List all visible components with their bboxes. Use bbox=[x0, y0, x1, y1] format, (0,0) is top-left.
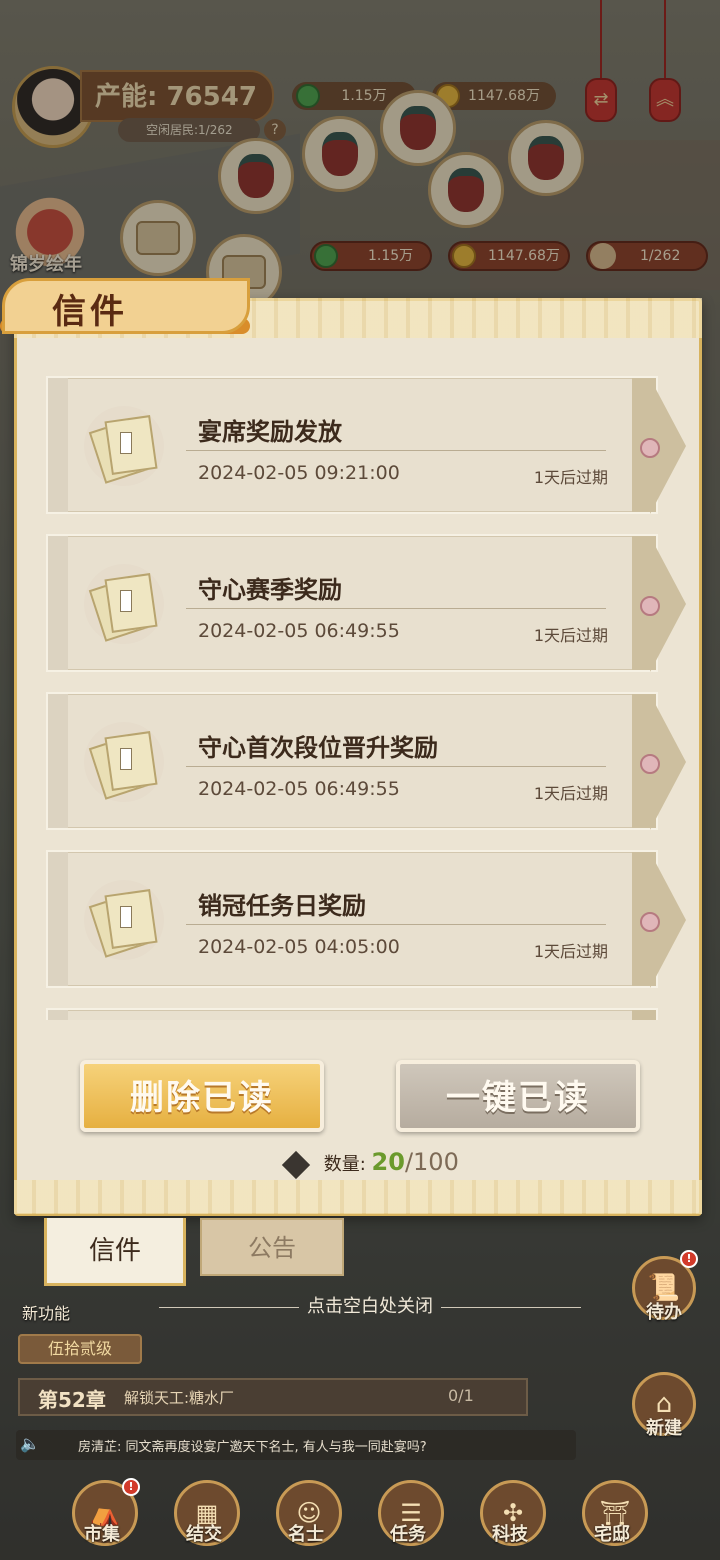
mail-time: 2024-02-05 06:49:55 bbox=[198, 778, 400, 800]
tab-mail[interactable]: 信件 bbox=[44, 1218, 186, 1286]
speaker-icon: 🔈 bbox=[20, 1434, 40, 1453]
pin-icon bbox=[640, 438, 660, 458]
tab-notice[interactable]: 公告 bbox=[200, 1218, 344, 1276]
chapter-number: 第52章 bbox=[38, 1388, 106, 1412]
build-label[interactable]: 新建 bbox=[646, 1414, 682, 1440]
new-feature-label[interactable]: 新功能 bbox=[22, 1300, 70, 1324]
mail-expire: 1天后过期 bbox=[533, 468, 608, 487]
mail-list[interactable]: 宴席奖励发放 2024-02-05 09:21:00 1天后过期 守心赛季奖励 … bbox=[46, 370, 686, 1020]
count-max: /100 bbox=[404, 1148, 459, 1176]
nav-mansion[interactable]: 宅邸 bbox=[594, 1520, 630, 1546]
mail-item[interactable]: 守心赛季奖励 2024-02-05 06:49:55 1天后过期 bbox=[46, 534, 686, 672]
mail-item[interactable]: 宴席奖励发放 2024-02-05 09:21:00 1天后过期 bbox=[46, 376, 686, 514]
rank-badge: 伍拾贰级 bbox=[18, 1334, 142, 1364]
mail-envelope-icon bbox=[84, 406, 164, 486]
mail-envelope-icon bbox=[84, 564, 164, 644]
pin-icon bbox=[640, 596, 660, 616]
count-value: 20 bbox=[371, 1148, 405, 1176]
nav-tasks[interactable]: 任务 bbox=[390, 1520, 426, 1546]
todo-label[interactable]: 待办 bbox=[646, 1298, 682, 1324]
pin-icon bbox=[640, 754, 660, 774]
close-hint-text: 点击空白处关闭 bbox=[307, 1296, 433, 1317]
delete-read-button[interactable]: 删除已读 bbox=[80, 1060, 324, 1132]
mail-item[interactable] bbox=[46, 1008, 658, 1020]
count-label: 数量: bbox=[323, 1154, 366, 1175]
mail-title: 守心首次段位晋升奖励 bbox=[198, 734, 438, 762]
panel-title: 信件 bbox=[52, 292, 128, 332]
mail-expire: 1天后过期 bbox=[533, 784, 608, 803]
mail-envelope-icon bbox=[84, 880, 164, 960]
nav-celebrities[interactable]: 名士 bbox=[288, 1520, 324, 1546]
panel-bottom-pattern bbox=[14, 1180, 702, 1214]
mail-title: 守心赛季奖励 bbox=[198, 576, 342, 604]
chapter-task: 解锁天工:糖水厂 bbox=[124, 1389, 235, 1407]
mail-time: 2024-02-05 09:21:00 bbox=[198, 462, 400, 484]
nav-market[interactable]: 市集 bbox=[84, 1520, 120, 1546]
mark-all-read-button[interactable]: 一键已读 bbox=[396, 1060, 640, 1132]
chat-message: 房清芷: 同文斋再度设宴广邀天下名士, 有人与我一同赴宴吗? bbox=[78, 1440, 427, 1455]
mail-item[interactable]: 守心首次段位晋升奖励 2024-02-05 06:49:55 1天后过期 bbox=[46, 692, 686, 830]
mail-time: 2024-02-05 04:05:00 bbox=[198, 936, 400, 958]
mail-title: 宴席奖励发放 bbox=[198, 418, 342, 446]
mail-count: 数量: 20/100 bbox=[281, 1148, 459, 1180]
mail-time: 2024-02-05 06:49:55 bbox=[198, 620, 400, 642]
mail-title: 销冠任务日奖励 bbox=[198, 892, 366, 920]
notification-dot: ! bbox=[122, 1478, 140, 1496]
warning-icon bbox=[281, 1150, 311, 1180]
mail-expire: 1天后过期 bbox=[533, 626, 608, 645]
mail-item[interactable]: 销冠任务日奖励 2024-02-05 04:05:00 1天后过期 bbox=[46, 850, 686, 988]
close-hint: 点击空白处关闭 bbox=[110, 1292, 630, 1318]
chapter-progress: 0/1 bbox=[448, 1386, 474, 1405]
mail-expire: 1天后过期 bbox=[533, 942, 608, 961]
notification-dot: ! bbox=[680, 1250, 698, 1268]
nav-friends[interactable]: 结交 bbox=[186, 1520, 222, 1546]
nav-tech[interactable]: 科技 bbox=[492, 1520, 528, 1546]
mail-envelope-icon bbox=[84, 722, 164, 802]
pin-icon bbox=[640, 912, 660, 932]
